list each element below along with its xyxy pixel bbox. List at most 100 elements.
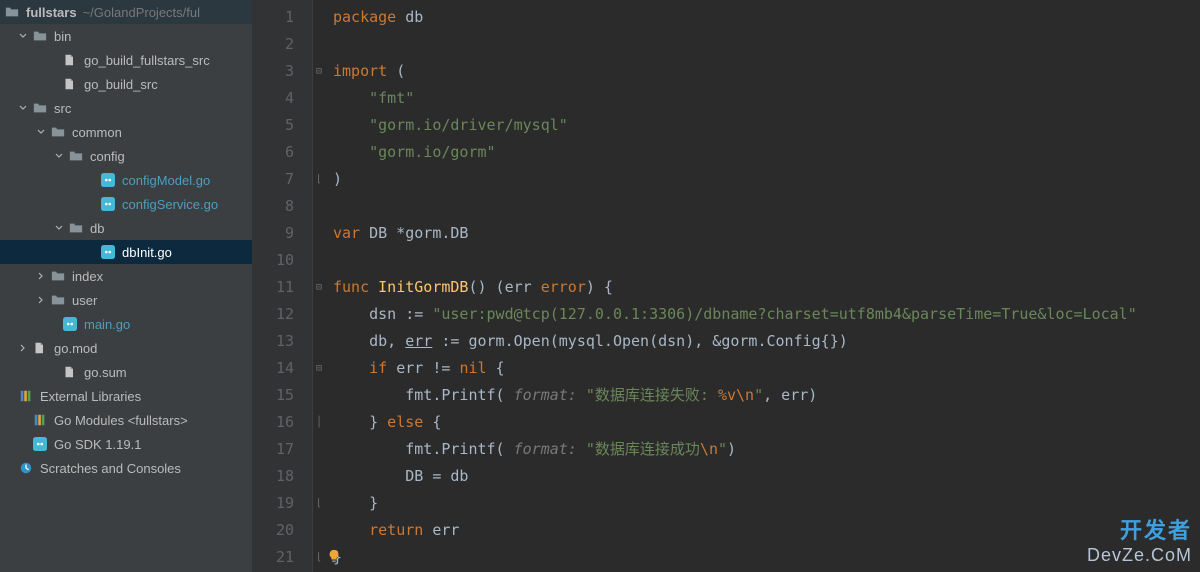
code-area[interactable]: package db import ( "fmt" "gorm.io/driver…: [313, 0, 1200, 572]
tree-item-label: bin: [54, 29, 71, 44]
folder-icon: [4, 4, 20, 20]
line-number: 7: [253, 166, 294, 193]
code-line[interactable]: "gorm.io/driver/mysql": [333, 112, 1200, 139]
project-tree[interactable]: fullstars ~/GolandProjects/ful bin go_bui…: [0, 0, 253, 572]
folder-icon: [50, 268, 66, 284]
tree-item-common[interactable]: common: [0, 120, 252, 144]
chevron-down-icon[interactable]: [18, 103, 28, 113]
code-line[interactable]: if err != nil {: [333, 355, 1200, 382]
tree-item-external-libraries[interactable]: External Libraries: [0, 384, 252, 408]
code-line[interactable]: }: [333, 490, 1200, 517]
tree-item-label: go_build_fullstars_src: [84, 53, 210, 68]
tree-item-db[interactable]: db: [0, 216, 252, 240]
code-line[interactable]: package db: [333, 4, 1200, 31]
tree-item-label: common: [72, 125, 122, 140]
code-line[interactable]: func InitGormDB() (err error) {: [333, 274, 1200, 301]
code-line[interactable]: "gorm.io/gorm": [333, 139, 1200, 166]
chevron-none-icon: [48, 79, 58, 89]
line-number: 1: [253, 4, 294, 31]
chevron-none-icon: [4, 391, 14, 401]
intention-bulb-icon[interactable]: [327, 549, 341, 567]
tree-item-label: Go Modules <fullstars>: [54, 413, 188, 428]
line-number: 20: [253, 517, 294, 544]
tree-item-user[interactable]: user: [0, 288, 252, 312]
tree-item-label: config: [90, 149, 125, 164]
tree-item-go-build-fullstars-src[interactable]: go_build_fullstars_src: [0, 48, 252, 72]
tree-item-dbinit-go[interactable]: dbInit.go: [0, 240, 252, 264]
tree-item-go-modules-fullstars-[interactable]: Go Modules <fullstars>: [0, 408, 252, 432]
code-line[interactable]: return err: [333, 517, 1200, 544]
code-line[interactable]: fmt.Printf( format: "数据库连接失败: %v\n", err…: [333, 382, 1200, 409]
tree-item-label: go_build_src: [84, 77, 158, 92]
tree-item-label: configService.go: [122, 197, 218, 212]
line-number: 19: [253, 490, 294, 517]
tree-item-label: External Libraries: [40, 389, 141, 404]
chevron-right-icon[interactable]: [36, 271, 46, 281]
line-number: 10: [253, 247, 294, 274]
line-number-gutter: 123456789101112131415161718192021: [253, 0, 313, 572]
code-line[interactable]: db, err := gorm.Open(mysql.Open(dsn), &g…: [333, 328, 1200, 355]
chevron-none-icon: [4, 463, 14, 473]
chevron-down-icon[interactable]: [36, 127, 46, 137]
file-icon: [62, 52, 78, 68]
line-number: 17: [253, 436, 294, 463]
tree-item-label: src: [54, 101, 71, 116]
line-number: 4: [253, 85, 294, 112]
code-editor[interactable]: 123456789101112131415161718192021 ⊟⌊⊟⊟│⌊…: [253, 0, 1200, 572]
tree-item-label: user: [72, 293, 97, 308]
code-line[interactable]: fmt.Printf( format: "数据库连接成功\n"): [333, 436, 1200, 463]
lib-icon: [32, 412, 48, 428]
file-icon: [62, 364, 78, 380]
tree-item-go-sum[interactable]: go.sum: [0, 360, 252, 384]
tree-item-label: main.go: [84, 317, 130, 332]
chevron-down-icon[interactable]: [54, 223, 64, 233]
code-line[interactable]: [333, 247, 1200, 274]
file-icon: [62, 76, 78, 92]
tree-item-bin[interactable]: bin: [0, 24, 252, 48]
tree-item-config[interactable]: config: [0, 144, 252, 168]
code-line[interactable]: DB = db: [333, 463, 1200, 490]
go-icon: [100, 196, 116, 212]
chevron-right-icon[interactable]: [18, 343, 28, 353]
code-line[interactable]: var DB *gorm.DB: [333, 220, 1200, 247]
tree-item-go-build-src[interactable]: go_build_src: [0, 72, 252, 96]
scratch-icon: [18, 460, 34, 476]
folder-icon: [50, 124, 66, 140]
tree-item-scratches-and-consoles[interactable]: Scratches and Consoles: [0, 456, 252, 480]
tree-root[interactable]: fullstars ~/GolandProjects/ful: [0, 0, 252, 24]
go-icon: [100, 172, 116, 188]
chevron-none-icon: [86, 199, 96, 209]
code-line[interactable]: dsn := "user:pwd@tcp(127.0.0.1:3306)/dbn…: [333, 301, 1200, 328]
file-icon: [32, 340, 48, 356]
line-number: 13: [253, 328, 294, 355]
code-line[interactable]: import (: [333, 58, 1200, 85]
tree-item-configservice-go[interactable]: configService.go: [0, 192, 252, 216]
tree-item-main-go[interactable]: main.go: [0, 312, 252, 336]
code-line[interactable]: [333, 31, 1200, 58]
tree-item-index[interactable]: index: [0, 264, 252, 288]
chevron-right-icon[interactable]: [36, 295, 46, 305]
tree-item-go-sdk-1-19-1[interactable]: Go SDK 1.19.1: [0, 432, 252, 456]
line-number: 15: [253, 382, 294, 409]
line-number: 5: [253, 112, 294, 139]
root-path: ~/GolandProjects/ful: [83, 5, 200, 20]
tree-item-label: dbInit.go: [122, 245, 172, 260]
line-number: 12: [253, 301, 294, 328]
chevron-down-icon[interactable]: [18, 31, 28, 41]
code-line[interactable]: } else {: [333, 409, 1200, 436]
tree-item-configmodel-go[interactable]: configModel.go: [0, 168, 252, 192]
chevron-down-icon[interactable]: [54, 151, 64, 161]
code-line[interactable]: }: [333, 544, 1200, 571]
tree-item-src[interactable]: src: [0, 96, 252, 120]
tree-item-label: Go SDK 1.19.1: [54, 437, 141, 452]
code-line[interactable]: [333, 193, 1200, 220]
folder-icon: [50, 292, 66, 308]
tree-item-label: configModel.go: [122, 173, 210, 188]
line-number: 2: [253, 31, 294, 58]
chevron-none-icon: [48, 367, 58, 377]
line-number: 3: [253, 58, 294, 85]
code-line[interactable]: ): [333, 166, 1200, 193]
code-line[interactable]: "fmt": [333, 85, 1200, 112]
tree-item-go-mod[interactable]: go.mod: [0, 336, 252, 360]
tree-item-label: go.sum: [84, 365, 127, 380]
